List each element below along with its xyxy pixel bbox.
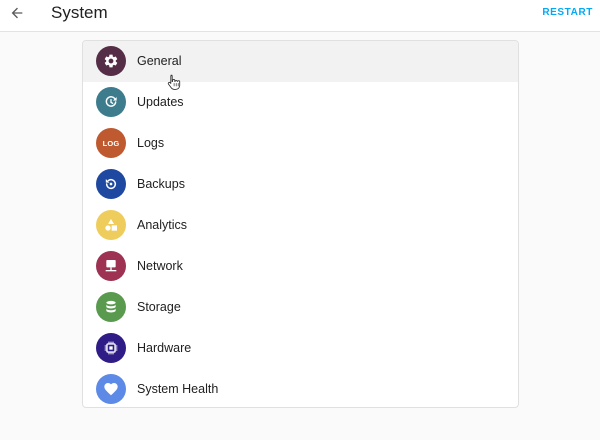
database-icon — [106, 300, 116, 313]
update-icon — [105, 96, 117, 107]
storage-icon-circle — [96, 292, 126, 322]
menu-item-hardware[interactable]: Hardware — [83, 328, 518, 369]
menu-item-label: Network — [137, 259, 183, 273]
menu-item-label: Logs — [137, 136, 165, 150]
system-health-icon-circle — [96, 374, 126, 404]
network-icon-circle — [96, 251, 126, 281]
menu-item-updates[interactable]: Updates — [83, 82, 518, 123]
backup-icon — [105, 178, 117, 190]
shapes-icon — [105, 219, 117, 231]
hardware-icon-circle — [96, 333, 126, 363]
page-title: System — [51, 3, 108, 22]
menu-item-backups[interactable]: Backups — [83, 164, 518, 205]
network-icon — [105, 260, 117, 272]
backups-icon-circle — [96, 169, 126, 199]
general-icon-circle — [96, 46, 126, 76]
updates-icon-circle — [96, 87, 126, 117]
restart-button[interactable]: RESTART — [542, 7, 593, 18]
menu-item-storage[interactable]: Storage — [83, 287, 518, 328]
menu-item-label: Updates — [137, 95, 184, 109]
gear-icon — [104, 54, 118, 68]
log-icon: LOG — [96, 128, 126, 158]
menu-item-label: General — [137, 54, 182, 68]
chip-icon — [104, 341, 118, 355]
menu-item-logs[interactable]: LOG Logs — [83, 123, 518, 164]
menu-item-label: Storage — [137, 300, 181, 314]
menu-item-system-health[interactable]: System Health — [83, 369, 518, 407]
log-icon-text: LOG — [102, 138, 120, 148]
heart-icon — [104, 383, 118, 396]
arrow-left-icon — [11, 7, 23, 19]
top-toolbar: System RESTART — [0, 0, 600, 32]
menu-item-analytics[interactable]: Analytics — [83, 205, 518, 246]
menu-item-label: Hardware — [137, 341, 192, 355]
menu-item-network[interactable]: Network — [83, 246, 518, 287]
menu-item-label: System Health — [137, 382, 219, 396]
back-button[interactable] — [6, 2, 28, 24]
menu-item-label: Analytics — [137, 218, 188, 232]
system-menu-card: General Updates LOG Logs Backups Analyti… — [82, 40, 519, 408]
menu-item-general[interactable]: General — [83, 41, 518, 82]
menu-item-label: Backups — [137, 177, 185, 191]
analytics-icon-circle — [96, 210, 126, 240]
